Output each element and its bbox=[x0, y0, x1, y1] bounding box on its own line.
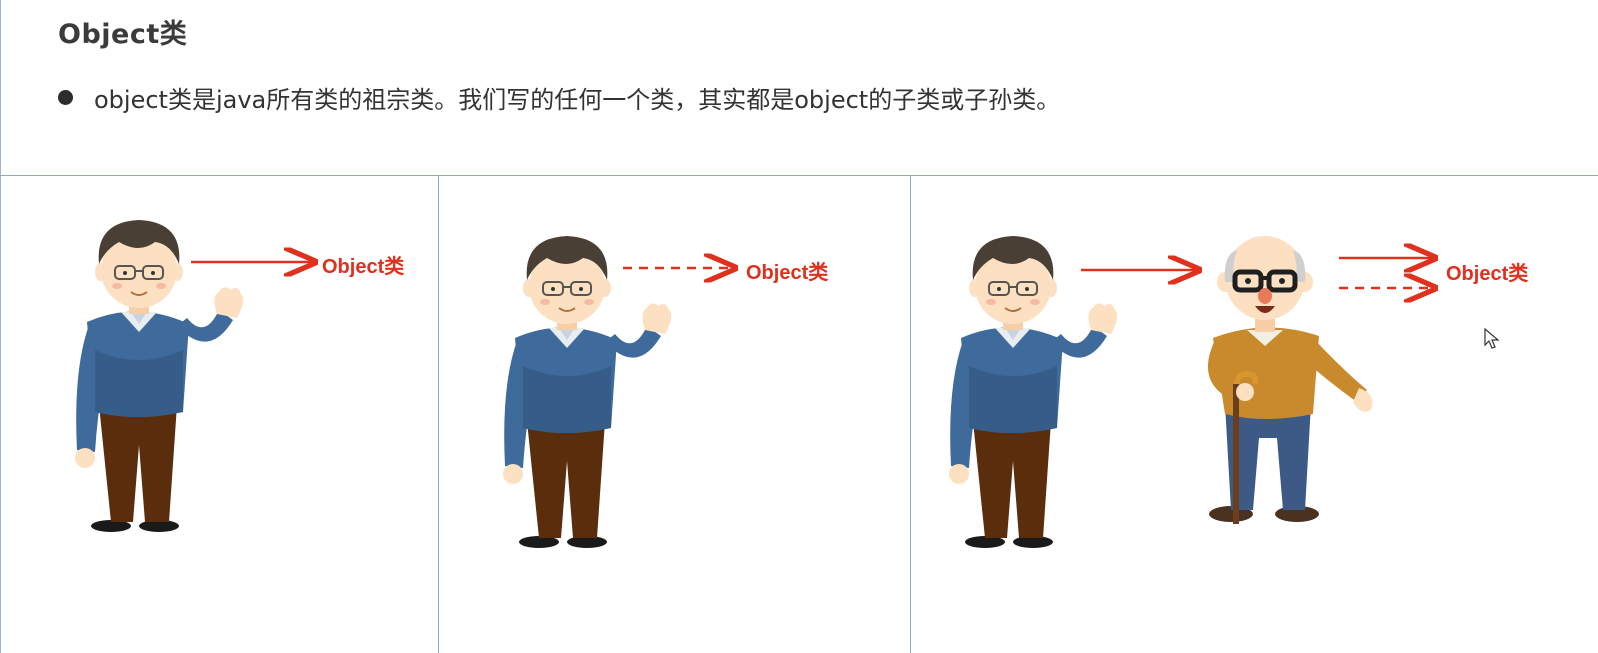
panel-descendant-class: Object类 bbox=[911, 176, 1598, 653]
bullet-text: object类是java所有类的祖宗类。我们写的任何一个类，其实都是object… bbox=[94, 86, 1061, 114]
bullet-point: object类是java所有类的祖宗类。我们写的任何一个类，其实都是object… bbox=[58, 80, 1060, 115]
panel-2-illustration bbox=[502, 235, 910, 549]
panel-1-illustration bbox=[74, 219, 438, 533]
bullet-dot-icon bbox=[58, 90, 73, 105]
grandpa-figure bbox=[1207, 236, 1373, 524]
panel-indirect-subclass: Object类 bbox=[439, 176, 910, 653]
mouse-cursor-icon bbox=[1484, 328, 1500, 349]
panel-3-illustration bbox=[948, 235, 1598, 549]
object-class-label: Object类 bbox=[746, 262, 829, 284]
slide-title: Object类 bbox=[58, 19, 188, 50]
slide: Object类 object类是java所有类的祖宗类。我们写的任何一个类，其实… bbox=[0, 0, 1598, 653]
boy-figure bbox=[502, 235, 673, 549]
boy-figure bbox=[948, 235, 1119, 549]
panel-direct-subclass: Object类 bbox=[1, 176, 438, 653]
boy-figure bbox=[74, 219, 245, 533]
object-class-label: Object类 bbox=[322, 256, 405, 278]
object-class-label: Object类 bbox=[1446, 263, 1529, 285]
